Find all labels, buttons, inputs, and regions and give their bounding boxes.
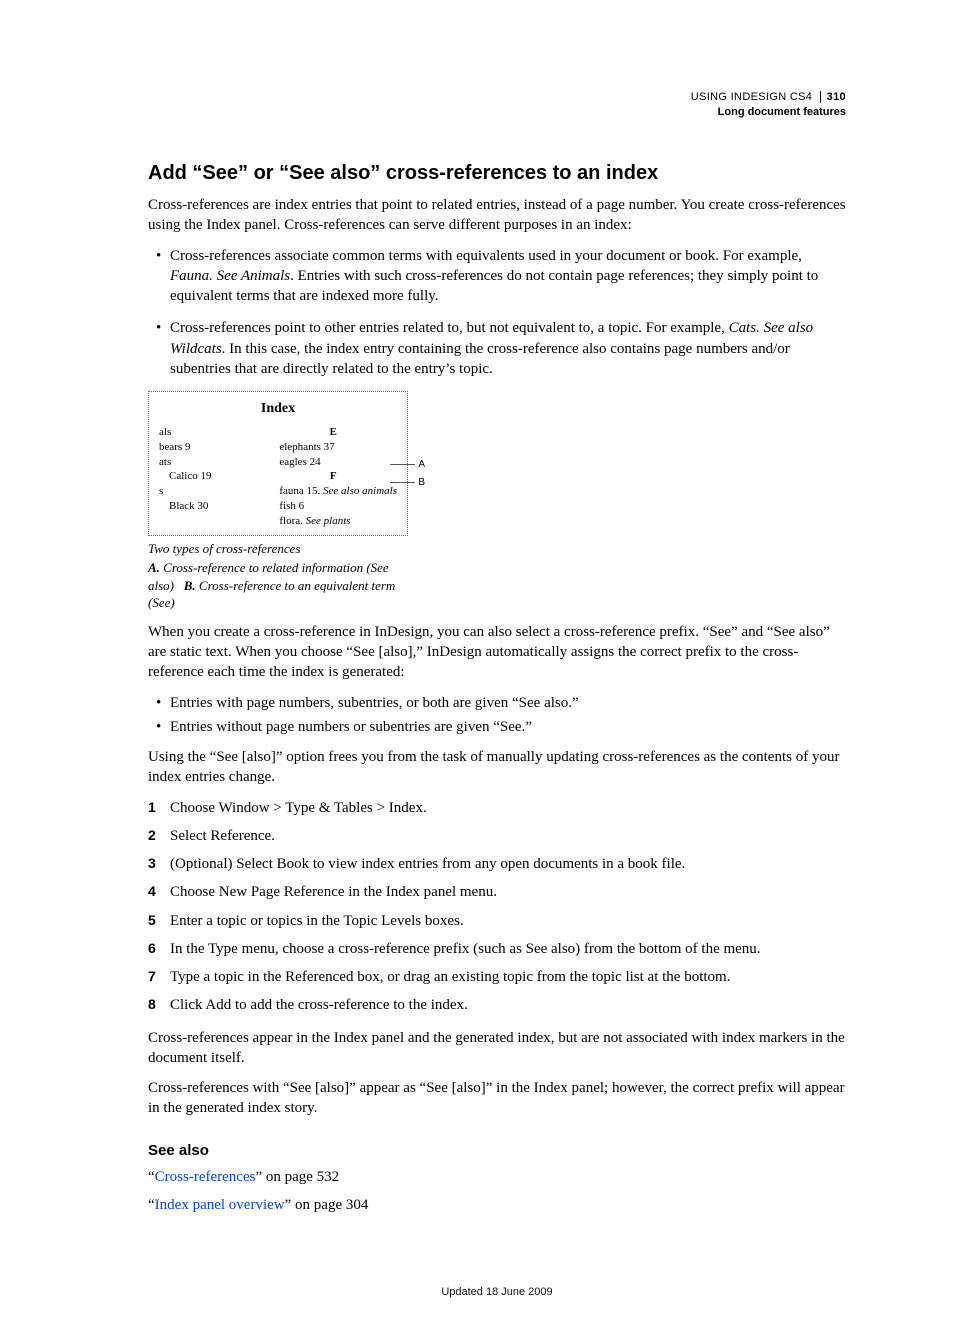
quote-open: “ <box>148 1169 155 1185</box>
step-item: Select Reference. <box>148 826 846 846</box>
index-entry: s <box>159 484 239 499</box>
step-item: Enter a topic or topics in the Topic Lev… <box>148 911 846 931</box>
index-subentry: Black 30 <box>159 499 239 514</box>
step-item: Choose Window > Type & Tables > Index. <box>148 798 846 818</box>
index-entry: fauna 15. See also animals <box>269 484 397 499</box>
step-item: Choose New Page Reference in the Index p… <box>148 882 846 902</box>
index-entry: eagles 24 <box>269 455 397 470</box>
step-item: Click Add to add the cross-reference to … <box>148 995 846 1015</box>
body-paragraph: Using the “See [also]” option frees you … <box>148 747 846 788</box>
running-header: USING INDESIGN CS4 310 Long document fea… <box>691 90 846 120</box>
list-item: Entries with page numbers, subentries, o… <box>148 693 846 713</box>
steps-list: Choose Window > Type & Tables > Index. S… <box>148 798 846 1016</box>
see-also-link-line: “Index panel overview” on page 304 <box>148 1195 846 1215</box>
body-paragraph: Cross-references appear in the Index pan… <box>148 1028 846 1069</box>
product-name: USING INDESIGN CS4 <box>691 91 812 103</box>
caption-key-a-label: A. <box>148 560 160 575</box>
document-page: USING INDESIGN CS4 310 Long document fea… <box>0 0 954 1340</box>
step-item: (Optional) Select Book to view index ent… <box>148 854 846 874</box>
index-col-left: als bears 9 ats Calico 19 s Black 30 <box>159 425 239 529</box>
step-item: Type a topic in the Referenced box, or d… <box>148 967 846 987</box>
figure-label-a: A <box>418 458 425 472</box>
body-text: Cross-references point to other entries … <box>170 320 729 336</box>
list-item: Cross-references point to other entries … <box>148 318 846 379</box>
leader-line-b <box>390 482 415 483</box>
step-item: In the Type menu, choose a cross-referen… <box>148 939 846 959</box>
quote-open: “ <box>148 1197 155 1213</box>
page-footer: Updated 18 June 2009 <box>148 1285 846 1300</box>
body-paragraph: Cross-references with “See [also]” appea… <box>148 1078 846 1119</box>
list-item: Entries without page numbers or subentri… <box>148 717 846 737</box>
index-panel-overview-link[interactable]: Index panel overview <box>155 1197 285 1213</box>
link-suffix: ” on page 304 <box>285 1197 369 1213</box>
link-suffix: ” on page 532 <box>255 1169 339 1185</box>
content-area: Add “See” or “See also” cross-references… <box>148 160 846 1300</box>
index-letter: E <box>269 425 397 440</box>
index-entry: bears 9 <box>159 440 239 455</box>
chapter-name: Long document features <box>691 105 846 120</box>
bullet-list-1: Cross-references associate common terms … <box>148 246 846 380</box>
index-subentry: Calico 19 <box>159 469 239 484</box>
index-entry: elephants 37 <box>269 440 397 455</box>
index-entry: als <box>159 425 239 440</box>
body-text: . In this case, the index entry containi… <box>170 341 790 377</box>
body-text: Cross-references associate common terms … <box>170 248 802 264</box>
index-entry: ats <box>159 455 239 470</box>
leader-line-a <box>390 464 415 465</box>
section-title: Add “See” or “See also” cross-references… <box>148 160 846 187</box>
figure-label-b: B <box>418 476 425 490</box>
figure: Index als bears 9 ats Calico 19 s Black … <box>148 391 408 612</box>
running-header-line1: USING INDESIGN CS4 310 <box>691 90 846 105</box>
see-also-link-line: “Cross-references” on page 532 <box>148 1167 846 1187</box>
index-illustration: Index als bears 9 ats Calico 19 s Black … <box>148 391 408 536</box>
intro-paragraph: Cross-references are index entries that … <box>148 195 846 236</box>
index-columns: als bears 9 ats Calico 19 s Black 30 E e… <box>159 425 397 529</box>
bullet-list-2: Entries with page numbers, subentries, o… <box>148 693 846 738</box>
index-col-right: E elephants 37 eagles 24 F fauna 15. See… <box>269 425 397 529</box>
page-number: 310 <box>820 91 846 103</box>
body-paragraph: When you create a cross-reference in InD… <box>148 622 846 683</box>
figure-caption: Two types of cross-references <box>148 540 408 558</box>
figure-caption-keys: A. Cross-reference to related informatio… <box>148 559 408 612</box>
see-also-heading: See also <box>148 1141 846 1161</box>
index-entry: flora. See plants <box>269 514 397 529</box>
cross-references-link[interactable]: Cross-references <box>155 1169 256 1185</box>
index-entry: fish 6 <box>269 499 397 514</box>
italic-text: Fauna. See Animals <box>170 268 290 284</box>
index-letter: F <box>269 469 397 484</box>
caption-key-b-label: B. <box>184 578 196 593</box>
index-title: Index <box>159 400 397 419</box>
list-item: Cross-references associate common terms … <box>148 246 846 307</box>
